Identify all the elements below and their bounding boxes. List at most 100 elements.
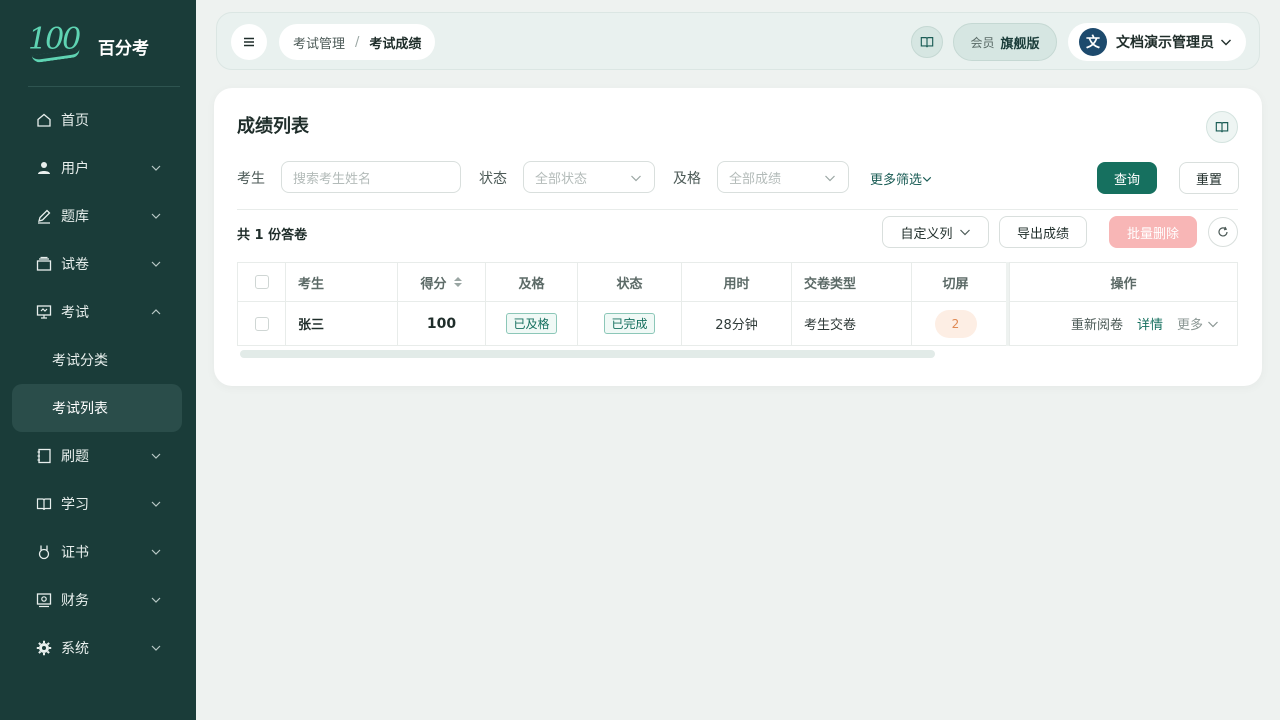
batch-delete-button[interactable]: 批量删除 [1109,216,1197,248]
count-value: 1 [254,228,264,243]
more-actions-label: 更多 [1176,318,1203,333]
score-value: 100 [397,302,485,345]
custom-columns-label: 自定义列 [900,226,953,242]
breadcrumb-item[interactable]: 考试管理 [293,33,345,52]
sidebar-item-certificates[interactable]: 证书 [12,528,182,576]
chevron-down-icon [151,261,161,267]
chevron-down-icon [959,229,970,236]
count-suffix: 份答卷 [268,228,308,243]
actions-cell: 重新阅卷 详情 更多 [1009,302,1238,345]
sort-icon [453,277,462,287]
membership-label: 会员 [970,35,995,50]
sidebar-item-label: 题库 [61,209,89,225]
breadcrumb-separator: / [355,34,360,50]
gear-icon [36,640,52,656]
status-select-value: 全部状态 [535,171,588,187]
switch-count-cell: 2 [911,302,999,345]
sidebar-item-label: 用户 [61,161,89,177]
select-all-checkbox[interactable] [254,275,269,289]
more-actions-dropdown[interactable]: 更多 [1177,314,1219,333]
user-icon [36,160,52,176]
result-count: 共 1 份答卷 [237,224,307,243]
more-filters-label: 更多筛选 [870,173,923,188]
custom-columns-button[interactable]: 自定义列 [882,216,989,248]
sidebar-item-finance[interactable]: 财务 [12,576,182,624]
help-docs-button[interactable] [1206,111,1238,143]
pass-filter-label: 及格 [673,171,701,187]
sidebar-item-label: 考试 [61,305,89,321]
pass-badge: 已及格 [506,313,557,334]
sidebar-item-learning[interactable]: 学习 [12,480,182,528]
row-checkbox[interactable] [254,316,269,331]
brand[interactable]: 100 百分考 [28,22,178,66]
chevron-down-icon [151,597,161,603]
export-results-button[interactable]: 导出成绩 [999,216,1087,248]
candidate-filter-label: 考生 [237,171,265,187]
sidebar-item-practice[interactable]: 刷题 [12,432,182,480]
regrade-link[interactable]: 重新阅卷 [1071,314,1123,333]
sidebar-item-label: 学习 [61,497,89,513]
pass-select-value: 全部成绩 [729,171,782,187]
brand-name: 百分考 [98,39,149,59]
membership-badge[interactable]: 会员 旗舰版 [953,23,1057,61]
sidebar-item-label: 首页 [61,113,89,129]
column-header-pass: 及格 [485,263,577,301]
submit-type-value: 考生交卷 [791,302,911,345]
hamburger-icon [244,37,254,47]
sidebar-item-label: 财务 [61,593,89,609]
sidebar: 100 百分考 首页 用户 题库 试卷 考试 考试分类 考试列表 刷题 学习 证… [0,0,196,720]
menu-toggle-button[interactable] [231,24,267,60]
horizontal-scrollbar[interactable] [240,350,935,358]
sidebar-item-exams[interactable]: 考试 [12,288,182,336]
sidebar-item-papers[interactable]: 试卷 [12,240,182,288]
chevron-up-icon [151,309,161,315]
more-filters-toggle[interactable]: 更多筛选 [870,169,932,188]
fixed-column-shadow [1006,262,1009,346]
pen-icon [36,208,52,224]
column-header-switch-count: 切屏 [911,263,999,301]
status-badge: 已完成 [604,313,655,334]
sidebar-item-label: 刷题 [61,449,89,465]
monitor-icon [36,304,52,320]
reset-button[interactable]: 重置 [1179,162,1239,194]
sidebar-item-question-bank[interactable]: 题库 [12,192,182,240]
pass-select[interactable]: 全部成绩 [717,161,849,193]
sidebar-item-home[interactable]: 首页 [12,96,182,144]
sidebar-item-label: 考试列表 [52,401,108,417]
pass-cell: 已及格 [485,302,577,345]
docs-button[interactable] [911,26,943,58]
status-select[interactable]: 全部状态 [523,161,655,193]
chevron-down-icon [151,453,161,459]
top-header: 考试管理 / 考试成绩 会员 旗舰版 文 文档演示管理员 [216,12,1260,70]
wallet-icon [36,592,52,608]
chevron-down-icon [1208,321,1218,327]
chevron-down-icon [631,175,641,182]
page-title: 成绩列表 [237,116,309,137]
breadcrumb-current: 考试成绩 [369,36,422,52]
sidebar-item-system[interactable]: 系统 [12,624,182,672]
user-menu[interactable]: 文 文档演示管理员 [1068,23,1246,61]
detail-link[interactable]: 详情 [1137,314,1163,333]
breadcrumb: 考试管理 / 考试成绩 [279,24,436,60]
notebook-icon [36,448,52,464]
book-icon [1215,122,1229,133]
column-header-score-label: 得分 [420,276,447,292]
paper-stack-icon [36,256,52,272]
book-icon [920,37,934,48]
sidebar-subitem-exam-list[interactable]: 考试列表 [12,384,182,432]
table-row: 张三 100 已及格 已完成 28分钟 考生交卷 2 重新阅卷 详情 更多 [237,302,1238,346]
candidate-search-input[interactable]: 搜索考生姓名 [281,161,461,193]
status-filter-label: 状态 [479,171,507,187]
table-header-row: 考生 得分 及格 状态 用时 交卷类型 切屏 操作 [237,262,1238,302]
chevron-down-icon [151,165,161,171]
chevron-down-icon [825,175,835,182]
query-button[interactable]: 查询 [1097,162,1157,194]
column-header-status: 状态 [577,263,681,301]
status-cell: 已完成 [577,302,681,345]
sidebar-subitem-exam-categories[interactable]: 考试分类 [12,336,182,384]
sidebar-item-label: 系统 [61,641,89,657]
column-header-score[interactable]: 得分 [397,263,485,301]
sidebar-item-users[interactable]: 用户 [12,144,182,192]
results-table: 考生 得分 及格 状态 用时 交卷类型 切屏 操作 张三 100 已及格 已完成 [237,262,1238,362]
refresh-button[interactable] [1208,217,1238,247]
